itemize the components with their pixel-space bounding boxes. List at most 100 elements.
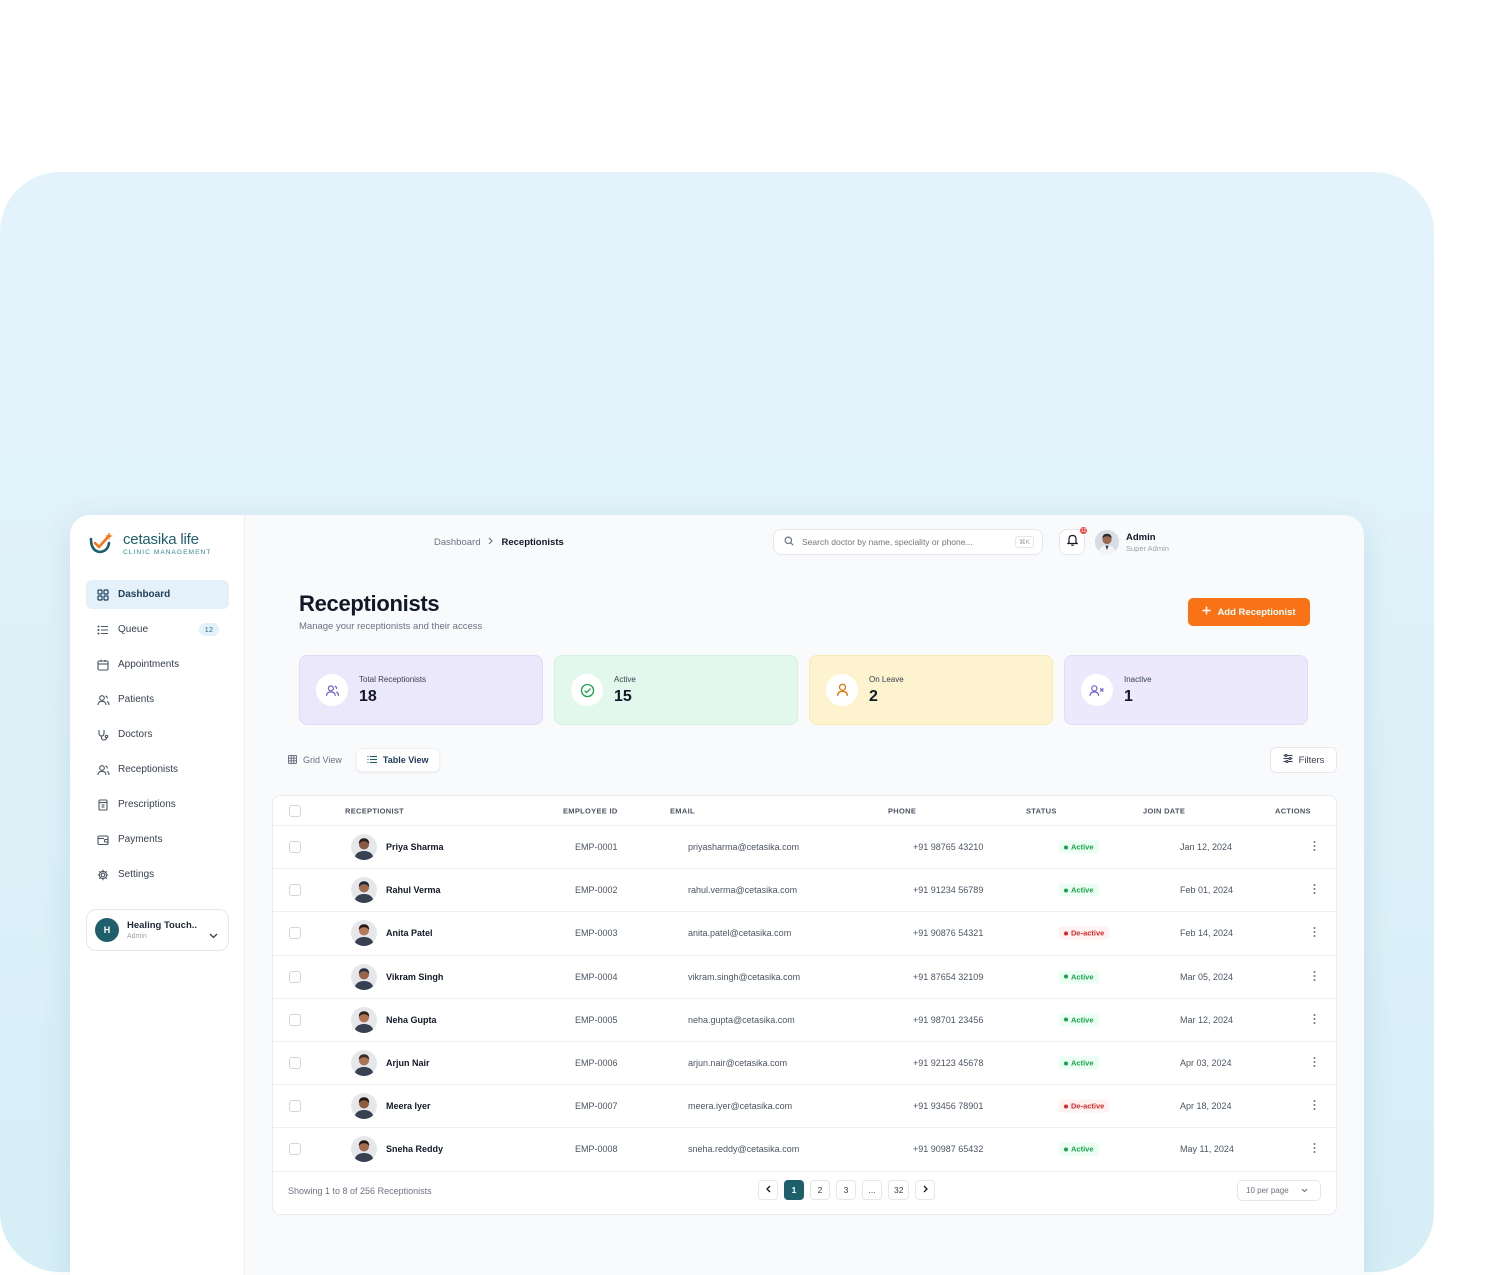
user-info[interactable]: Admin Super Admin: [1126, 532, 1169, 553]
phone: +91 93456 78901: [913, 1101, 984, 1112]
table-row[interactable]: Anita Patel EMP-0003 anita.patel@cetasika.…: [273, 912, 1336, 956]
receptionist-name[interactable]: Vikram Singh: [386, 972, 443, 982]
row-checkbox[interactable]: [289, 884, 301, 897]
sidebar-item-settings[interactable]: Settings: [86, 860, 229, 889]
receptionist-name[interactable]: Sneha Reddy: [386, 1144, 443, 1154]
column-header-employee-id[interactable]: EMPLOYEE ID: [563, 806, 618, 815]
filters-button[interactable]: Filters: [1270, 747, 1337, 773]
row-checkbox[interactable]: [289, 1057, 301, 1070]
employee-id: EMP-0005: [575, 1014, 618, 1025]
page-button[interactable]: 32: [888, 1180, 910, 1200]
row-checkbox[interactable]: [289, 1100, 301, 1113]
status-label: Active: [1071, 842, 1094, 852]
sidebar-item-label: Doctors: [118, 729, 153, 740]
receptionist-name[interactable]: Meera Iyer: [386, 1101, 431, 1111]
column-header-receptionist[interactable]: RECEPTIONIST: [345, 806, 404, 815]
email: anita.patel@cetasika.com: [688, 928, 792, 939]
select-all-checkbox[interactable]: [289, 804, 301, 817]
table-row[interactable]: Neha Gupta EMP-0005 neha.gupta@cetasika.co…: [273, 999, 1336, 1042]
more-vertical-icon[interactable]: [1313, 1013, 1316, 1026]
more-vertical-icon[interactable]: [1313, 927, 1316, 940]
next-page-button[interactable]: [915, 1180, 936, 1200]
column-header-email[interactable]: EMAIL: [670, 806, 695, 815]
filters-label: Filters: [1298, 754, 1325, 766]
table-row[interactable]: Vikram Singh EMP-0004 vikram.singh@cetasik…: [273, 956, 1336, 999]
column-header-join-date[interactable]: JOIN DATE: [1143, 806, 1185, 815]
sidebar-item-receptionists[interactable]: Receptionists: [86, 755, 229, 784]
table-row[interactable]: Rahul Verma EMP-0002 rahul.verma@cetasika.…: [273, 869, 1336, 913]
more-vertical-icon[interactable]: [1313, 1143, 1316, 1156]
join-date: Mar 05, 2024: [1180, 971, 1234, 982]
table-row[interactable]: Priya Sharma EMP-0001 priyasharma@cetasika…: [273, 826, 1336, 870]
row-checkbox[interactable]: [289, 970, 301, 983]
phone: +91 91234 56789: [913, 885, 984, 896]
phone: +91 98765 43210: [913, 842, 984, 853]
email: arjun.nair@cetasika.com: [688, 1058, 788, 1069]
status-badge: De-active: [1059, 926, 1110, 940]
page-button[interactable]: 2: [810, 1180, 830, 1200]
page-button[interactable]: 1: [784, 1180, 804, 1200]
table-row[interactable]: Meera Iyer EMP-0007 meera.iyer@cetasika.co…: [273, 1085, 1336, 1129]
sidebar-item-doctors[interactable]: Doctors: [86, 720, 229, 749]
per-page-select[interactable]: 10 per page: [1237, 1180, 1321, 1201]
grid-icon: [96, 588, 110, 602]
stat-label: On Leave: [869, 674, 904, 684]
prev-page-button[interactable]: [758, 1180, 778, 1200]
avatar[interactable]: [1095, 530, 1119, 554]
clinic-switcher[interactable]: H Healing Touch.. Admin: [86, 909, 229, 951]
sidebar-item-payments[interactable]: Payments: [86, 825, 229, 854]
sidebar-item-queue[interactable]: Queue 12: [86, 615, 229, 644]
add-receptionist-button[interactable]: Add Receptionist: [1188, 598, 1310, 626]
stat-label: Total Receptionists: [359, 674, 427, 684]
more-vertical-icon[interactable]: [1313, 1057, 1316, 1070]
app-window: cetasika life CLINIC MANAGEMENT Dashboar…: [70, 515, 1364, 1275]
more-vertical-icon[interactable]: [1313, 841, 1316, 854]
receptionist-name[interactable]: Rahul Verma: [386, 885, 441, 895]
column-header-phone[interactable]: PHONE: [888, 806, 916, 815]
table-footer: Showing 1 to 8 of 256 Receptionists 1 2 …: [273, 1169, 1336, 1214]
page-subtitle: Manage your receptionists and their acce…: [299, 621, 483, 632]
row-checkbox[interactable]: [289, 1143, 301, 1156]
breadcrumb-parent[interactable]: Dashboard: [434, 537, 480, 548]
sidebar-item-label: Payments: [118, 834, 163, 845]
row-checkbox[interactable]: [289, 927, 301, 940]
more-vertical-icon[interactable]: [1313, 884, 1316, 897]
notifications-button[interactable]: 12: [1059, 526, 1088, 555]
avatar: [351, 1006, 377, 1033]
sidebar-item-patients[interactable]: Patients: [86, 685, 229, 714]
search-bar[interactable]: ⌘K: [773, 529, 1043, 555]
brand-logo[interactable]: cetasika life CLINIC MANAGEMENT: [88, 529, 211, 557]
more-vertical-icon[interactable]: [1313, 1100, 1316, 1113]
wallet-icon: [96, 833, 110, 847]
row-checkbox[interactable]: [289, 1013, 301, 1026]
row-checkbox[interactable]: [289, 841, 301, 854]
employee-id: EMP-0003: [575, 928, 618, 939]
sidebar-item-dashboard[interactable]: Dashboard: [86, 580, 229, 609]
grid-view-button[interactable]: Grid View: [278, 748, 352, 772]
page-button[interactable]: 3: [836, 1180, 856, 1200]
sidebar: cetasika life CLINIC MANAGEMENT Dashboar…: [70, 515, 245, 1275]
status-badge: Active: [1059, 840, 1099, 854]
join-date: Feb 14, 2024: [1180, 928, 1234, 939]
phone: +91 98701 23456: [913, 1014, 984, 1025]
bell-icon: [1066, 533, 1078, 551]
receptionist-name[interactable]: Anita Patel: [386, 928, 433, 938]
chevron-down-icon: [1301, 1186, 1308, 1195]
column-header-status[interactable]: STATUS: [1026, 806, 1057, 815]
table-row[interactable]: Arjun Nair EMP-0006 arjun.nair@cetasika.co…: [273, 1042, 1336, 1086]
clinic-avatar: H: [95, 918, 119, 942]
table-row[interactable]: Sneha Reddy EMP-0008 sneha.reddy@cetasika.…: [273, 1128, 1336, 1172]
receptionist-name[interactable]: Neha Gupta: [386, 1015, 437, 1025]
search-input[interactable]: [802, 537, 1002, 547]
sidebar-item-prescriptions[interactable]: Prescriptions: [86, 790, 229, 819]
sidebar-item-appointments[interactable]: Appointments: [86, 650, 229, 679]
join-date: Mar 12, 2024: [1180, 1014, 1234, 1025]
employee-id: EMP-0008: [575, 1144, 618, 1155]
receptionist-name[interactable]: Arjun Nair: [386, 1058, 430, 1068]
more-vertical-icon[interactable]: [1313, 970, 1316, 983]
calendar-icon: [96, 658, 110, 672]
employee-id: EMP-0004: [575, 971, 618, 982]
receptionist-name[interactable]: Priya Sharma: [386, 842, 444, 852]
table-view-button[interactable]: Table View: [355, 748, 440, 772]
brand-tagline: CLINIC MANAGEMENT: [123, 548, 212, 556]
